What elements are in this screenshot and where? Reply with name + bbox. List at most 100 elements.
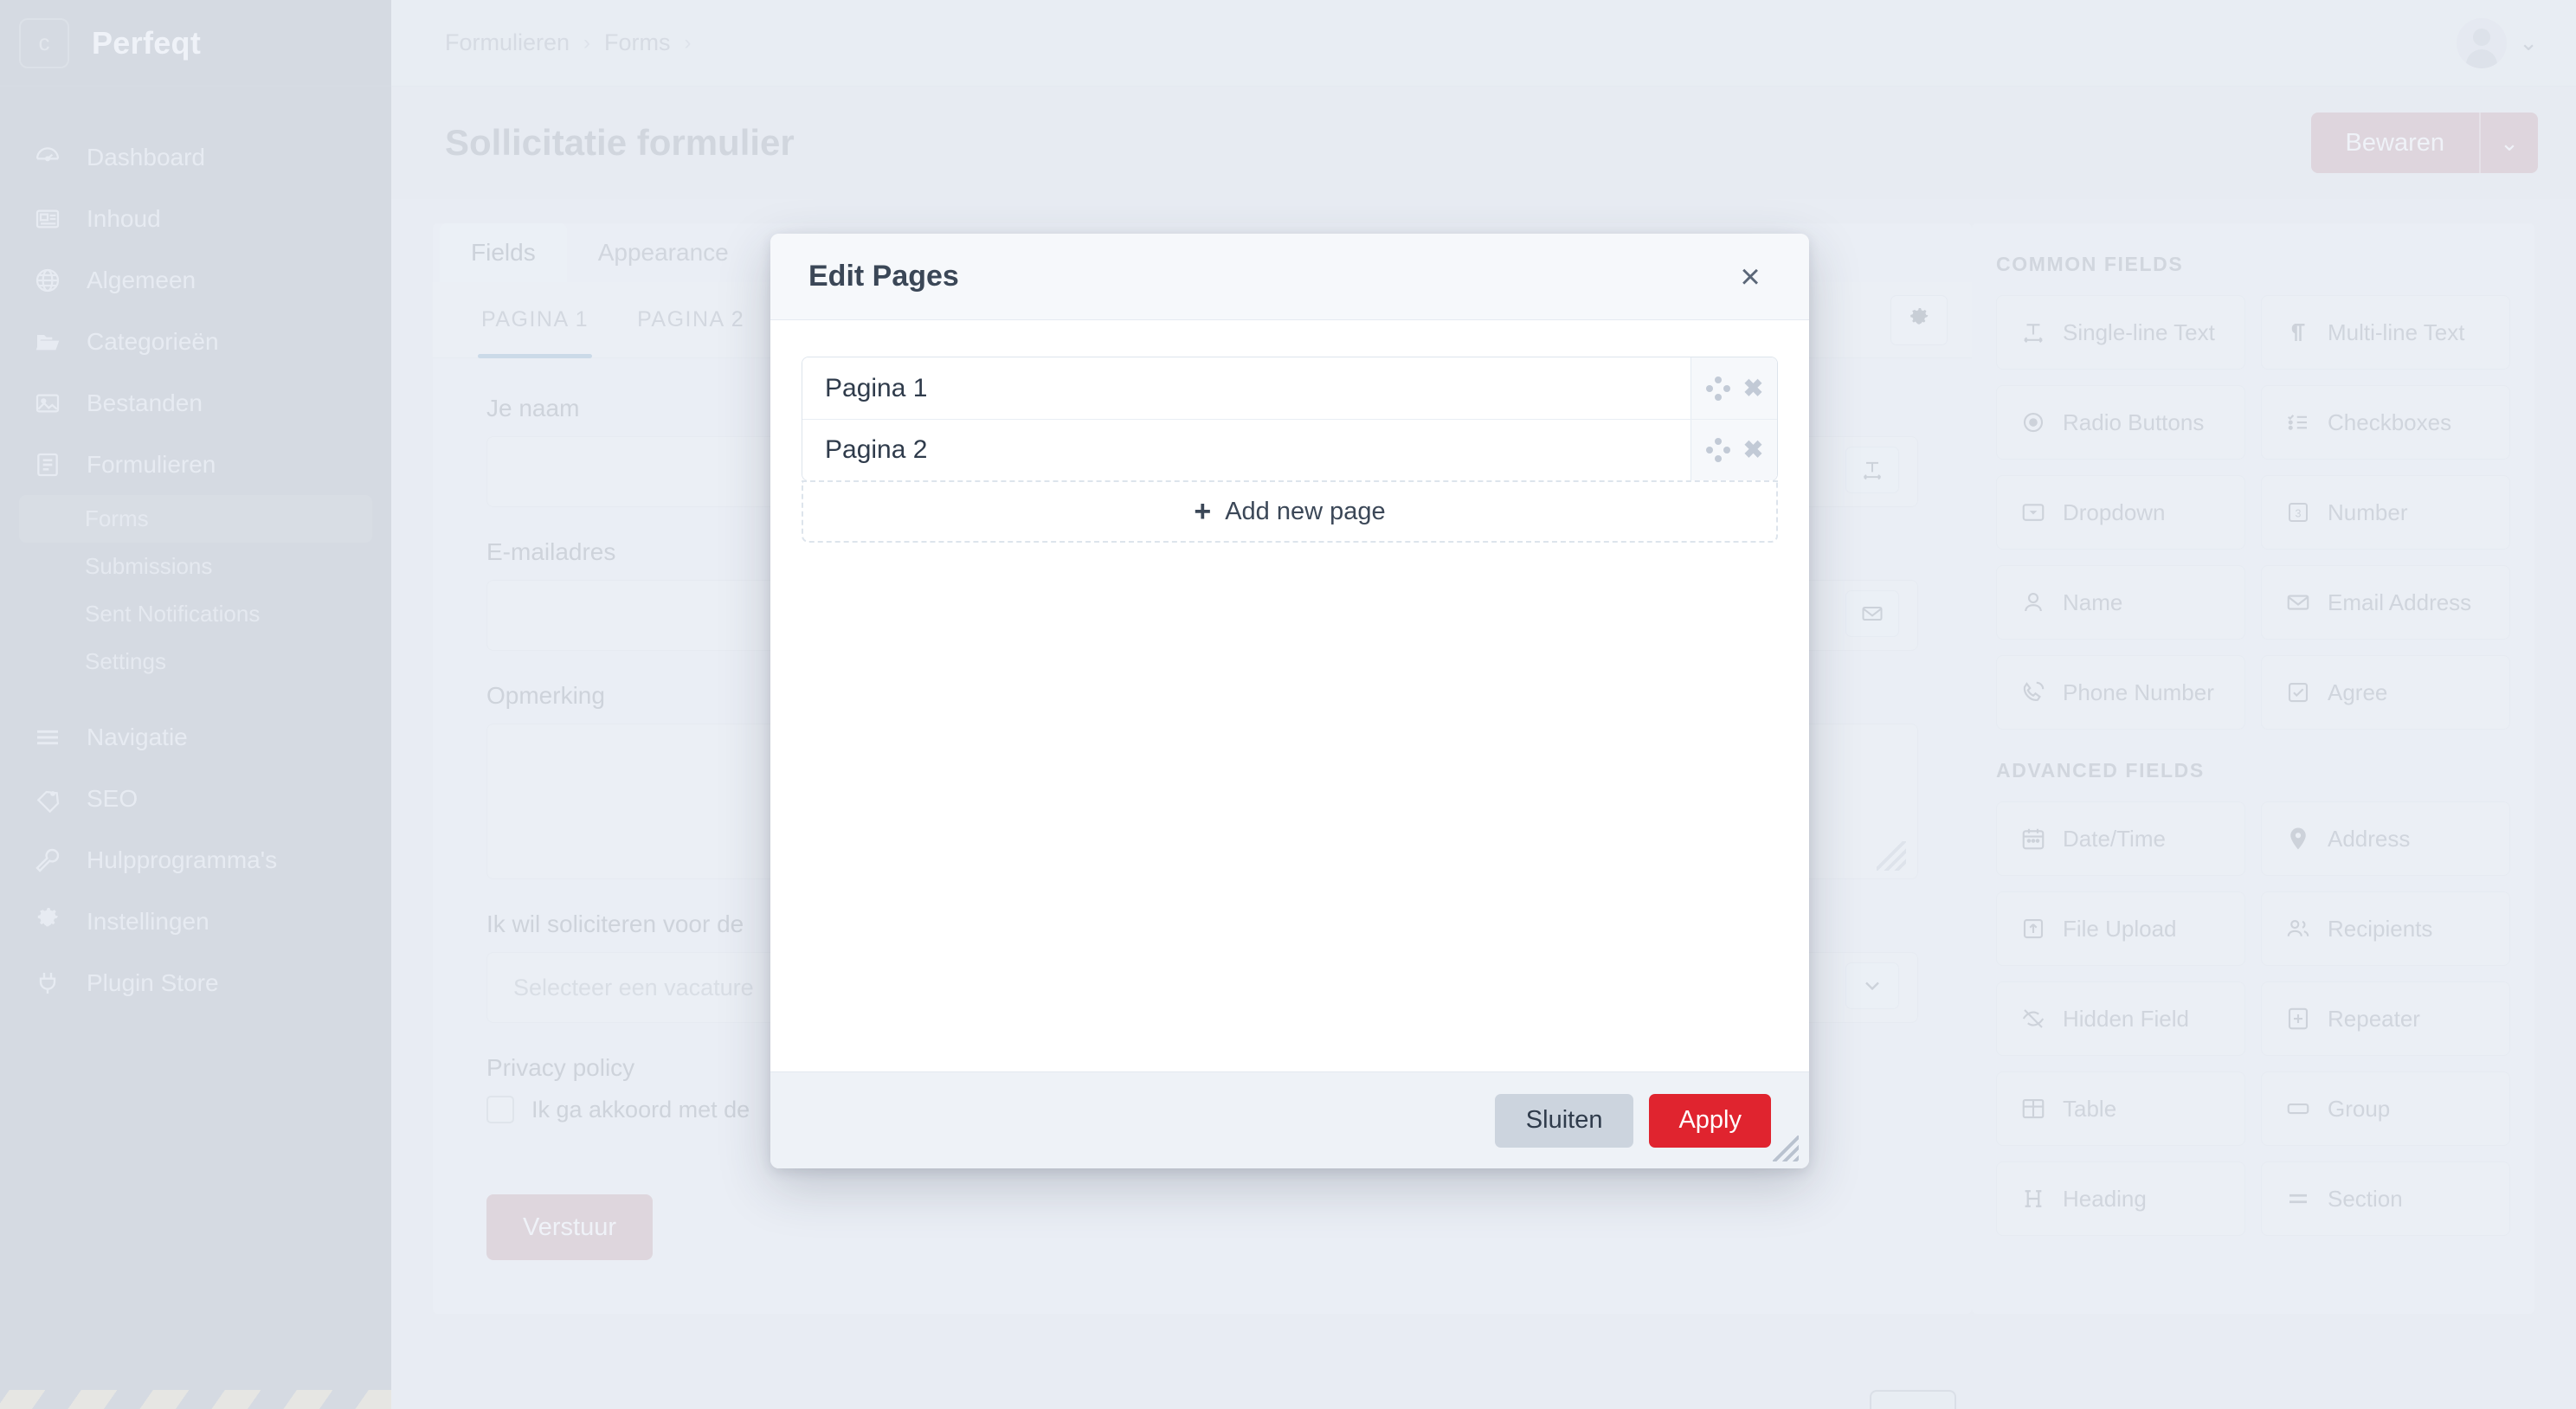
breadcrumb-item-forms[interactable]: Forms <box>604 29 671 56</box>
paragraph-icon <box>2284 318 2312 346</box>
avatar[interactable] <box>2457 17 2508 68</box>
palette-item-hidden-field[interactable]: Hidden Field <box>1996 981 2245 1056</box>
palette-item-dropdown[interactable]: Dropdown <box>1996 475 2245 550</box>
sidebar-item-sent-notifications[interactable]: Sent Notifications <box>19 590 372 638</box>
palette-item-number[interactable]: 3 Number <box>2261 475 2510 550</box>
modal-footer: Sluiten Apply <box>770 1071 1809 1168</box>
sidebar-item-label: Navigatie <box>87 723 188 750</box>
people-icon <box>2284 915 2312 943</box>
table-row: Pagina 2 ✖ <box>802 419 1777 480</box>
palette-item-email-address[interactable]: Email Address <box>2261 565 2510 640</box>
palette-item-label: Checkboxes <box>2328 409 2452 435</box>
row-actions: ✖ <box>1690 420 1777 480</box>
checkbox-icon[interactable] <box>486 1096 514 1123</box>
breadcrumb-item-formulieren[interactable]: Formulieren <box>445 29 570 56</box>
sidebar-item-dashboard[interactable]: Dashboard <box>0 126 391 188</box>
palette-item-recipients[interactable]: Recipients <box>2261 891 2510 966</box>
delete-row-icon[interactable]: ✖ <box>1743 438 1763 462</box>
palette-item-label: Name <box>2063 589 2123 615</box>
form-icon <box>33 450 62 479</box>
table-icon <box>2019 1095 2047 1123</box>
palette-item-checkboxes[interactable]: Checkboxes <box>2261 385 2510 460</box>
apply-button[interactable]: Apply <box>1649 1093 1771 1148</box>
palette-item-label: Table <box>2063 1095 2117 1122</box>
palette-item-agree[interactable]: Agree <box>2261 655 2510 730</box>
palette-item-file-upload[interactable]: File Upload <box>1996 891 2245 966</box>
sidebar-item-navigatie[interactable]: Navigatie <box>0 706 391 768</box>
modal-title: Edit Pages <box>808 260 959 293</box>
tab-appearance[interactable]: Appearance <box>567 223 760 282</box>
wrench-icon <box>33 846 62 875</box>
sidebar-item-formulieren[interactable]: Formulieren <box>0 434 391 495</box>
palette-item-address[interactable]: Address <box>2261 801 2510 876</box>
palette-item-phone-number[interactable]: Phone Number <box>1996 655 2245 730</box>
chevron-down-icon[interactable]: ⌄ <box>2519 29 2538 56</box>
drag-handle-icon[interactable] <box>1705 376 1731 402</box>
person-icon <box>2019 589 2047 616</box>
topbar-user-menu[interactable]: ⌄ <box>2457 17 2538 68</box>
newspaper-icon <box>33 204 62 234</box>
sidebar-item-settings[interactable]: Settings <box>19 638 372 685</box>
sidebar-item-label: Instellingen <box>87 907 209 935</box>
page-header: Sollicitatie formulier Bewaren ⌄ <box>391 87 2576 199</box>
modal-header: Edit Pages × <box>770 234 1809 320</box>
palette-item-date-time[interactable]: Date/Time <box>1996 801 2245 876</box>
page-settings-gear-icon[interactable] <box>1890 294 1948 345</box>
delete-row-icon[interactable]: ✖ <box>1743 376 1763 401</box>
sidebar-item-forms[interactable]: Forms <box>19 495 372 543</box>
sidebar-subitem-label: Forms <box>85 505 149 531</box>
palette-item-group[interactable]: Group <box>2261 1071 2510 1146</box>
page-name-input[interactable]: Pagina 2 <box>802 420 1690 480</box>
folder-icon <box>33 327 62 357</box>
page-title: Sollicitatie formulier <box>445 122 795 163</box>
single-line-text-icon <box>2019 318 2047 346</box>
row-actions: ✖ <box>1690 357 1777 419</box>
sidebar-item-bestanden[interactable]: Bestanden <box>0 372 391 434</box>
bottom-partial-control[interactable] <box>1870 1390 1956 1409</box>
sidebar-item-categorieen[interactable]: Categorieën <box>0 311 391 372</box>
sidebar-item-label: Hulpprogramma's <box>87 846 278 873</box>
tab-fields[interactable]: Fields <box>440 223 567 282</box>
palette-item-multi-line-text[interactable]: Multi-line Text <box>2261 295 2510 370</box>
modal-resize-grip[interactable] <box>1773 1136 1799 1161</box>
sidebar-item-label: SEO <box>87 784 138 812</box>
sidebar-item-instellingen[interactable]: Instellingen <box>0 891 391 952</box>
tab-pagina-1[interactable]: PAGINA 1 <box>457 282 613 358</box>
number-icon: 3 <box>2284 499 2312 526</box>
calendar-icon <box>2019 825 2047 852</box>
palette-item-label: Recipients <box>2328 915 2433 942</box>
palette-item-section[interactable]: Section <box>2261 1161 2510 1236</box>
page-name-input[interactable]: Pagina 1 <box>802 357 1690 419</box>
sidebar-item-algemeen[interactable]: Algemeen <box>0 249 391 311</box>
drag-handle-icon[interactable] <box>1705 437 1731 463</box>
palette-item-radio-buttons[interactable]: Radio Buttons <box>1996 385 2245 460</box>
palette-item-heading[interactable]: Heading <box>1996 1161 2245 1236</box>
tab-pagina-2[interactable]: PAGINA 2 <box>613 282 769 358</box>
sidebar-item-label: Formulieren <box>87 450 216 478</box>
chevron-down-icon[interactable] <box>1845 962 1899 1009</box>
palette-item-label: Section <box>2328 1185 2403 1212</box>
sidebar: c Perfeqt Dashboard Inhoud Algemeen Cate… <box>0 0 391 1409</box>
palette-item-label: Agree <box>2328 679 2388 705</box>
save-button[interactable]: Bewaren <box>2311 113 2481 173</box>
close-icon[interactable]: × <box>1729 256 1771 298</box>
palette-item-table[interactable]: Table <box>1996 1071 2245 1146</box>
sidebar-item-plugin-store[interactable]: Plugin Store <box>0 952 391 1013</box>
palette-item-repeater[interactable]: Repeater <box>2261 981 2510 1056</box>
sidebar-item-hulpprogrammas[interactable]: Hulpprogramma's <box>0 829 391 891</box>
sluiten-button[interactable]: Sluiten <box>1494 1093 1634 1148</box>
textarea-resize-grip[interactable] <box>1877 841 1906 871</box>
sidebar-item-seo[interactable]: SEO <box>0 768 391 829</box>
heading-icon <box>2019 1185 2047 1213</box>
sidebar-brand[interactable]: c Perfeqt <box>0 0 391 87</box>
sidebar-item-submissions[interactable]: Submissions <box>19 543 372 590</box>
add-new-page-button[interactable]: + Add new page <box>802 480 1778 543</box>
verstuur-button[interactable]: Verstuur <box>486 1194 653 1260</box>
sidebar-item-inhoud[interactable]: Inhoud <box>0 188 391 249</box>
palette-item-name[interactable]: Name <box>1996 565 2245 640</box>
palette-item-single-line-text[interactable]: Single-line Text <box>1996 295 2245 370</box>
tag-icon <box>33 784 62 814</box>
pin-icon <box>2284 825 2312 852</box>
save-dropdown-caret-icon[interactable]: ⌄ <box>2481 113 2538 173</box>
sidebar-item-label: Plugin Store <box>87 968 219 996</box>
